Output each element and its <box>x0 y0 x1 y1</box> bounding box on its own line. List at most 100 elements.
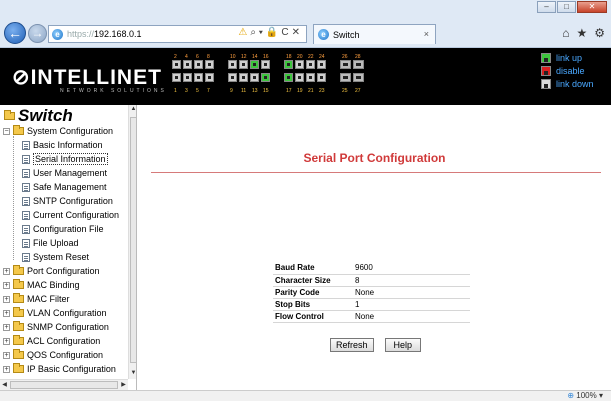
port-23-icon[interactable] <box>317 73 326 82</box>
stop-icon[interactable]: ✕ <box>292 27 300 38</box>
collapse-icon[interactable]: − <box>3 127 10 135</box>
port-26-icon[interactable] <box>340 60 351 69</box>
tree-folder-4[interactable]: + SNMP Configuration <box>3 320 109 334</box>
tree-folder-0[interactable]: + Port Configuration <box>3 264 100 278</box>
refresh-button[interactable]: Refresh <box>330 338 374 352</box>
port-22-icon[interactable] <box>306 60 315 69</box>
port-13-icon[interactable] <box>250 73 259 82</box>
expand-icon[interactable]: + <box>3 323 10 331</box>
port-number-top: 18 <box>286 54 292 60</box>
port-11-icon[interactable] <box>239 73 248 82</box>
port-number-bottom: 25 <box>342 88 348 94</box>
refresh-icon[interactable]: C <box>281 27 288 38</box>
port-7-icon[interactable] <box>205 73 214 82</box>
port-5-icon[interactable] <box>194 73 203 82</box>
tree-item-0[interactable]: Basic Information <box>22 138 103 152</box>
tree-item-5[interactable]: Current Configuration <box>22 208 119 222</box>
scroll-down-arrow-icon[interactable]: ▼ <box>130 369 136 378</box>
port-9-icon[interactable] <box>228 73 237 82</box>
certificate-warning-icon[interactable]: ⚠ <box>238 27 247 38</box>
port-20-icon[interactable] <box>295 60 304 69</box>
expand-icon[interactable]: + <box>3 337 10 345</box>
expand-icon[interactable]: + <box>3 295 10 303</box>
port-15-icon[interactable] <box>261 73 270 82</box>
tab-favicon-icon: e <box>318 29 329 40</box>
ie-page-icon: e <box>52 28 63 40</box>
port-number-bottom: 23 <box>319 88 325 94</box>
home-icon[interactable]: ⌂ <box>562 26 569 40</box>
port-1-icon[interactable] <box>172 73 181 82</box>
forward-button[interactable]: → <box>28 24 47 43</box>
port-4-icon[interactable] <box>183 60 192 69</box>
port-row <box>340 60 364 69</box>
minimize-button[interactable]: – <box>537 1 556 13</box>
expand-icon[interactable]: + <box>3 267 10 275</box>
serial-config-table: Baud Rate 9600 Character Size 8 Parity Code N… <box>273 262 470 323</box>
tree-folder-2[interactable]: + MAC Filter <box>3 292 70 306</box>
port-24-icon[interactable] <box>317 60 326 69</box>
port-number-top: 2 <box>174 54 177 60</box>
back-button[interactable]: ← <box>4 22 26 44</box>
port-6-icon[interactable] <box>194 60 203 69</box>
address-bar[interactable]: e https://192.168.0.1 ⚠ ⌕ ▾ 🔒 C ✕ <box>48 25 307 43</box>
close-window-button[interactable]: ✕ <box>577 1 607 13</box>
port-21-icon[interactable] <box>306 73 315 82</box>
port-25-icon[interactable] <box>340 73 351 82</box>
port-16-icon[interactable] <box>261 60 270 69</box>
port-number-bottom: 11 <box>241 88 247 94</box>
scroll-up-arrow-icon[interactable]: ▲ <box>130 105 136 114</box>
scroll-left-arrow-icon[interactable]: ◀ <box>0 380 9 390</box>
sidebar-horizontal-scrollbar[interactable]: ◀ ▶ <box>0 379 128 390</box>
port-18-icon[interactable] <box>284 60 293 69</box>
tree-item-6[interactable]: Configuration File <box>22 222 104 236</box>
tree-folder-6[interactable]: + QOS Configuration <box>3 348 103 362</box>
intellinet-logo: ⊘INTELLINET <box>12 66 162 89</box>
scrollbar-thumb[interactable] <box>10 381 118 389</box>
help-button[interactable]: Help <box>384 338 422 352</box>
sidebar-vertical-scrollbar[interactable]: ▲ ▼ <box>128 105 136 379</box>
tree-item-4[interactable]: SNTP Configuration <box>22 194 113 208</box>
document-icon <box>22 196 30 206</box>
port-3-icon[interactable] <box>183 73 192 82</box>
settings-gear-icon[interactable]: ⚙ <box>594 26 605 40</box>
port-2-icon[interactable] <box>172 60 181 69</box>
port-28-icon[interactable] <box>353 60 364 69</box>
port-27-icon[interactable] <box>353 73 364 82</box>
tab-close-icon[interactable]: × <box>424 29 429 39</box>
favorites-star-icon[interactable]: ★ <box>576 26 587 40</box>
document-icon <box>22 168 30 178</box>
folder-icon <box>13 363 24 373</box>
expand-icon[interactable]: + <box>3 365 10 373</box>
tree-item-2[interactable]: User Management <box>22 166 107 180</box>
lock-icon[interactable]: 🔒 <box>266 27 278 38</box>
port-10-icon[interactable] <box>228 60 237 69</box>
document-icon <box>22 140 30 150</box>
tree-item-7[interactable]: File Upload <box>22 236 79 250</box>
port-number-bottom: 15 <box>263 88 269 94</box>
search-icon[interactable]: ⌕ ▾ <box>250 27 263 38</box>
port-17-icon[interactable] <box>284 73 293 82</box>
scrollbar-thumb[interactable] <box>130 117 136 363</box>
sidebar-title: Switch <box>4 106 73 126</box>
tree-section-system-configuration[interactable]: − System Configuration <box>3 124 113 138</box>
zoom-control[interactable]: ⊕ 100% ▾ <box>567 391 603 400</box>
port-19-icon[interactable] <box>295 73 304 82</box>
expand-icon[interactable]: + <box>3 281 10 289</box>
tree-folder-3[interactable]: + VLAN Configuration <box>3 306 107 320</box>
maximize-button[interactable]: □ <box>557 1 576 13</box>
expand-icon[interactable]: + <box>3 309 10 317</box>
port-12-icon[interactable] <box>239 60 248 69</box>
tree-item-8[interactable]: System Reset <box>22 250 89 264</box>
tree-item-3[interactable]: Safe Management <box>22 180 107 194</box>
tree-folder-1[interactable]: + MAC Binding <box>3 278 80 292</box>
port-8-icon[interactable] <box>205 60 214 69</box>
tree-item-1[interactable]: Serial Information <box>22 152 108 166</box>
document-icon <box>22 154 30 164</box>
expand-icon[interactable]: + <box>3 351 10 359</box>
browser-tab[interactable]: e Switch × <box>313 24 436 44</box>
scroll-right-arrow-icon[interactable]: ▶ <box>119 380 128 390</box>
tree-folder-5[interactable]: + ACL Configuration <box>3 334 100 348</box>
tree-folder-7[interactable]: + IP Basic Configuration <box>3 362 116 376</box>
port-14-icon[interactable] <box>250 60 259 69</box>
port-number-top: 4 <box>185 54 188 60</box>
